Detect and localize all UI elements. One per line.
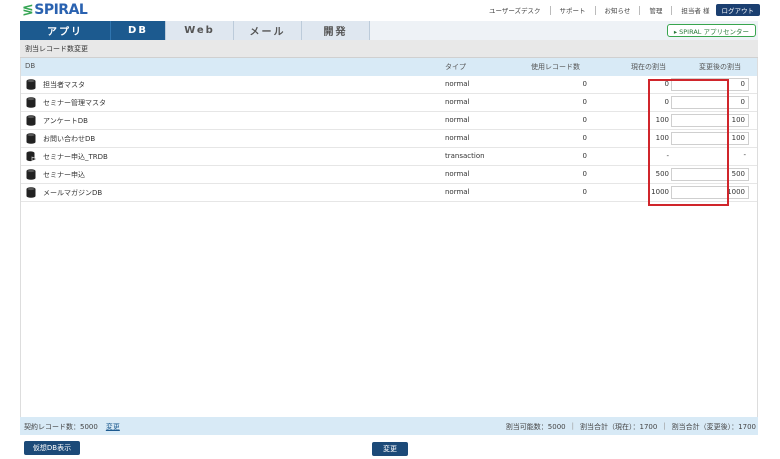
header-new: 変更後の割当 <box>699 63 741 71</box>
header-type: タイプ <box>445 63 466 71</box>
table-row: 担当者マスタ normal 0 0 0 <box>21 76 757 94</box>
table-row: セミナー管理マスタ normal 0 0 0 <box>21 94 757 112</box>
page-title: 割当レコード数変更 <box>20 40 758 58</box>
header-db: DB <box>25 62 36 70</box>
transaction-database-icon <box>26 151 37 162</box>
app-center-button[interactable]: ▸ SPIRAL アプリセンター <box>666 24 756 37</box>
divider <box>549 5 551 15</box>
current-allocation: 100 <box>655 116 669 124</box>
db-name: セミナー申込_TRDB <box>43 152 108 161</box>
table-row: お問い合わせDB normal 0 100 100 <box>21 130 757 148</box>
db-type: normal <box>445 170 470 178</box>
db-name: アンケートDB <box>43 116 88 125</box>
table-row: アンケートDB normal 0 100 100 <box>21 112 757 130</box>
used-records: 0 <box>582 152 587 160</box>
user-name: 担当者 様 <box>681 7 710 15</box>
db-name: メールマガジンDB <box>43 188 103 197</box>
spiral-logo[interactable]: ≶SPIRAL <box>22 2 88 18</box>
new-allocation-input: - <box>743 151 746 159</box>
used-records: 0 <box>582 134 587 142</box>
db-name: お問い合わせDB <box>43 134 96 143</box>
contract-records: 契約レコード数：5000 <box>24 423 98 431</box>
new-allocation-input[interactable]: 100 <box>671 132 749 145</box>
db-name-cell[interactable]: セミナー申込 <box>26 169 85 180</box>
tab-db[interactable]: DB <box>110 21 165 40</box>
admin-link[interactable]: 管理 <box>649 5 662 15</box>
divider: | <box>571 422 574 430</box>
database-icon <box>26 115 37 126</box>
tab-app[interactable]: アプリ <box>20 21 110 40</box>
db-name: セミナー管理マスタ <box>43 98 106 107</box>
new-allocation-input[interactable]: 100 <box>671 114 749 127</box>
utility-nav: ユーザーズデスク サポート お知らせ 管理 担当者 様 ログアウト <box>489 4 760 16</box>
used-records: 0 <box>582 170 587 178</box>
total-new: 割当合計（変更後）：1700 <box>671 423 756 431</box>
header-used: 使用レコード数 <box>531 63 580 71</box>
logo-arrows-icon: ≶ <box>22 2 34 18</box>
change-button[interactable]: 変更 <box>372 442 408 456</box>
summary-bar: 契約レコード数：5000 変更 割当可能数：5000 | 割当合計（現在）：170… <box>20 417 758 435</box>
db-type: normal <box>445 134 470 142</box>
divider <box>671 5 673 15</box>
db-name-cell[interactable]: セミナー管理マスタ <box>26 97 106 108</box>
used-records: 0 <box>582 80 587 88</box>
tab-mail[interactable]: メール <box>233 21 301 40</box>
db-type: normal <box>445 80 470 88</box>
table-row: セミナー申込_TRDB transaction 0 - - <box>21 148 757 166</box>
db-name-cell[interactable]: メールマガジンDB <box>26 187 102 198</box>
main-nav: アプリ DB Web メール 開発 ▸ SPIRAL アプリセンター <box>20 21 758 40</box>
db-name: 担当者マスタ <box>43 80 85 89</box>
top-bar: ≶SPIRAL ユーザーズデスク サポート お知らせ 管理 担当者 様 ログアウ… <box>0 0 780 21</box>
new-allocation-input[interactable]: 0 <box>671 96 749 109</box>
database-icon <box>26 79 37 90</box>
total-current: 割当合計（現在）：1700 <box>579 423 658 431</box>
db-type: normal <box>445 116 470 124</box>
divider: | <box>663 422 666 430</box>
current-allocation: 0 <box>664 98 669 106</box>
database-icon <box>26 133 37 144</box>
db-type: transaction <box>445 152 485 160</box>
current-allocation: 500 <box>655 170 669 178</box>
logout-button[interactable]: ログアウト <box>715 4 760 16</box>
db-type: normal <box>445 98 470 106</box>
database-icon <box>26 187 37 198</box>
db-name: セミナー申込 <box>43 170 85 179</box>
virtual-db-button[interactable]: 仮想DB表示 <box>24 441 80 455</box>
database-icon <box>26 97 37 108</box>
allocation-table: DB タイプ 使用レコード数 現在の割当 変更後の割当 担当者マスタ normal… <box>20 58 758 417</box>
database-icon <box>26 169 37 180</box>
db-name-cell[interactable]: セミナー申込_TRDB <box>26 151 108 162</box>
db-name-cell[interactable]: お問い合わせDB <box>26 133 95 144</box>
divider <box>639 5 641 15</box>
support-link[interactable]: サポート <box>560 5 586 15</box>
change-contract-link[interactable]: 変更 <box>106 423 120 431</box>
logo-text: SPIRAL <box>34 2 88 18</box>
new-allocation-input[interactable]: 1000 <box>671 186 749 199</box>
current-allocation: 0 <box>664 80 669 88</box>
header-current: 現在の割当 <box>631 63 666 71</box>
current-allocation: 1000 <box>651 188 669 196</box>
tab-web[interactable]: Web <box>165 21 233 40</box>
action-bar: 仮想DB表示 変更 <box>20 436 758 459</box>
used-records: 0 <box>582 98 587 106</box>
new-allocation-input[interactable]: 500 <box>671 168 749 181</box>
used-records: 0 <box>582 116 587 124</box>
table-header: DB タイプ 使用レコード数 現在の割当 変更後の割当 <box>21 58 757 76</box>
used-records: 0 <box>582 188 587 196</box>
db-name-cell[interactable]: アンケートDB <box>26 115 88 126</box>
divider <box>594 5 596 15</box>
table-row: メールマガジンDB normal 0 1000 1000 <box>21 184 757 202</box>
tab-dev[interactable]: 開発 <box>301 21 369 40</box>
news-link[interactable]: お知らせ <box>605 5 631 15</box>
db-type: normal <box>445 188 470 196</box>
new-allocation-input[interactable]: 0 <box>671 78 749 91</box>
current-allocation: 100 <box>655 134 669 142</box>
assignable-count: 割当可能数：5000 <box>505 423 566 431</box>
db-name-cell[interactable]: 担当者マスタ <box>26 79 85 90</box>
users-desk-link[interactable]: ユーザーズデスク <box>489 5 541 15</box>
table-row: セミナー申込 normal 0 500 500 <box>21 166 757 184</box>
current-allocation: - <box>666 152 669 160</box>
